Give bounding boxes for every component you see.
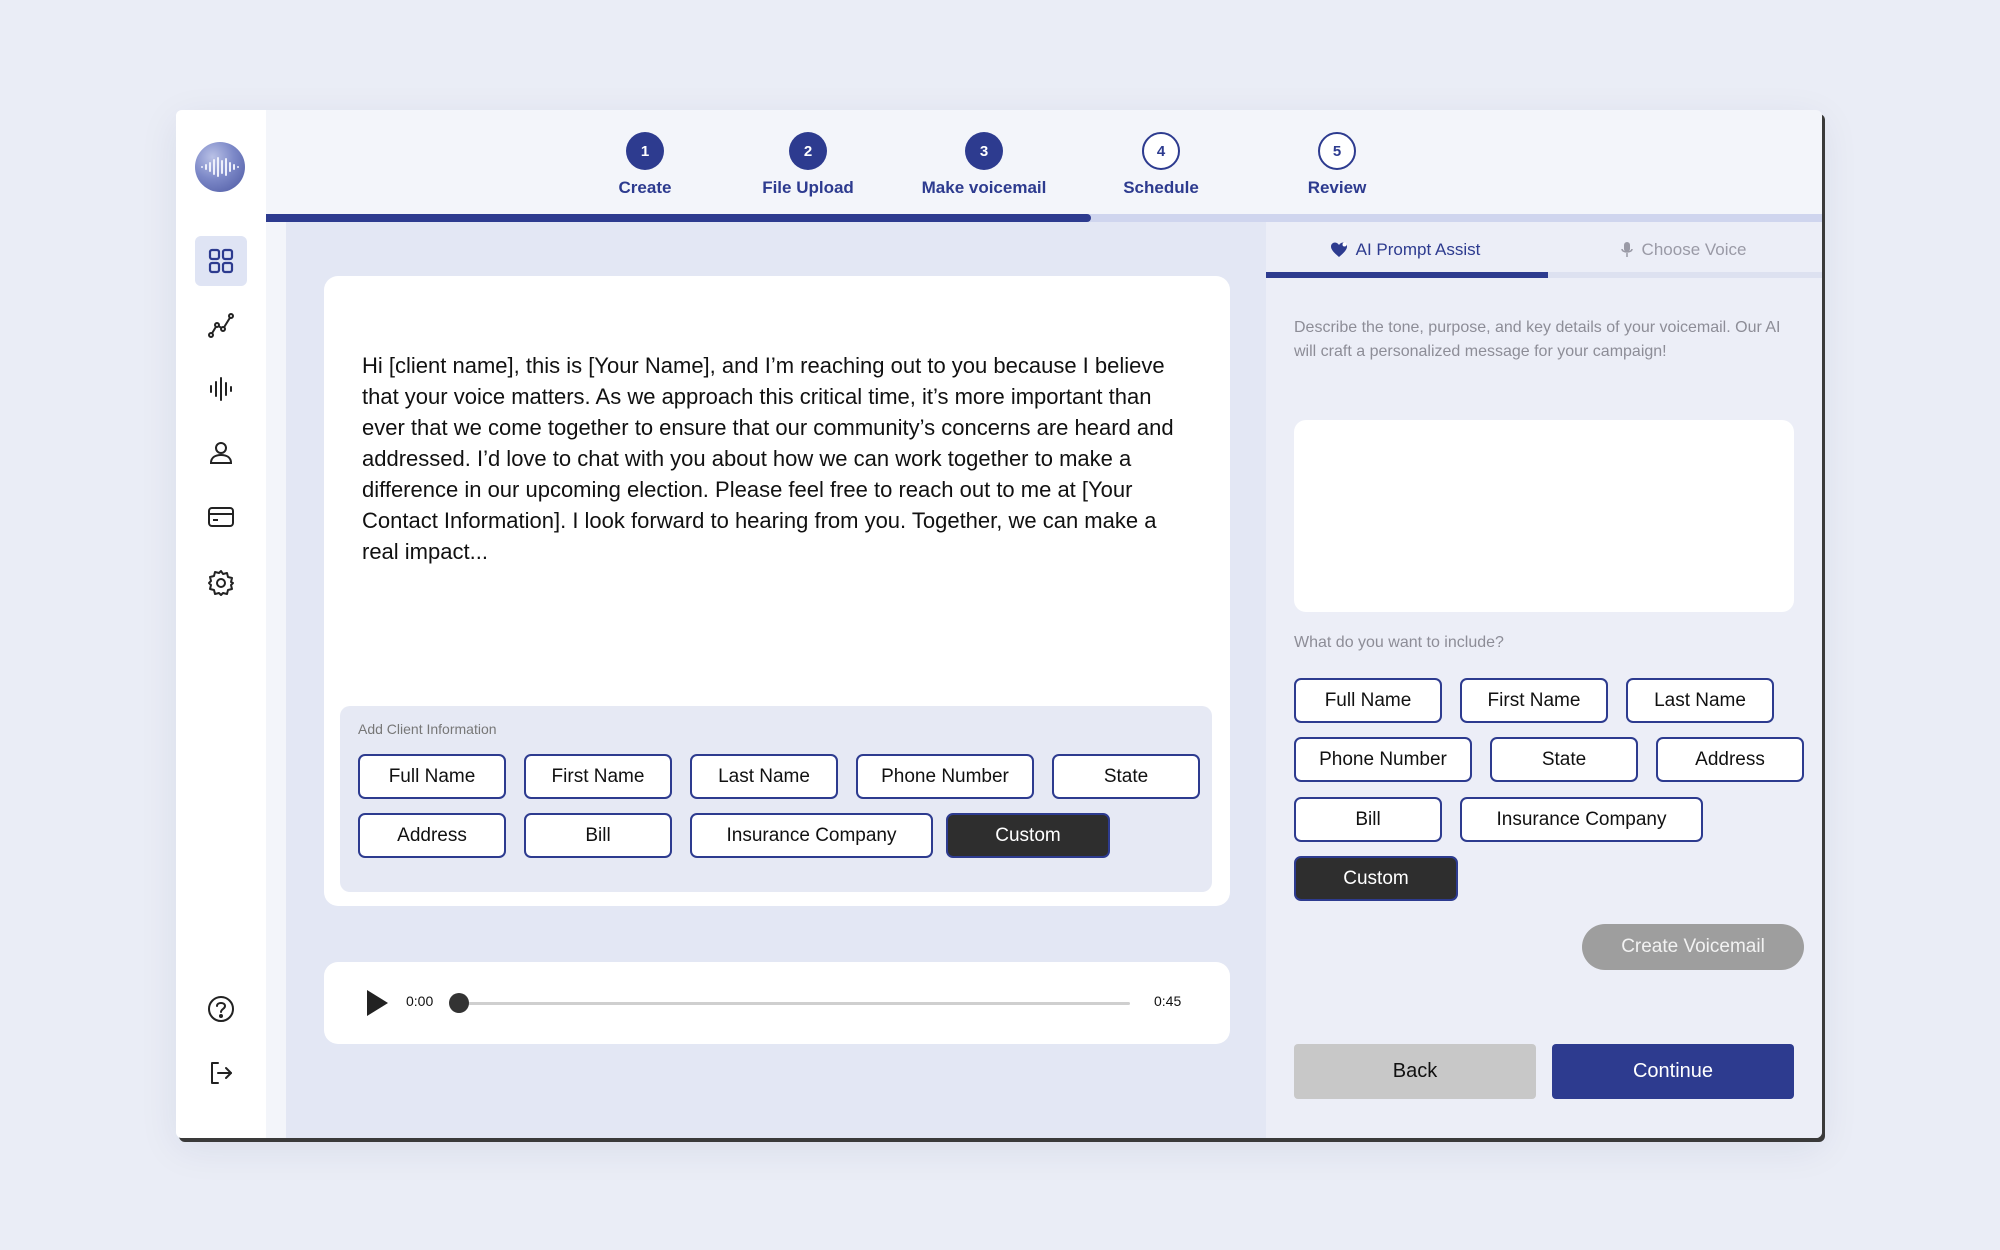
sidebar-item-help[interactable]: [195, 984, 247, 1034]
step-make-voicemail[interactable]: 3 Make voicemail: [904, 132, 1064, 198]
main-content: Hi [client name], this is [Your Name], a…: [286, 222, 1266, 1138]
client-chip-bill[interactable]: Bill: [524, 813, 672, 858]
sidebar-item-settings[interactable]: [195, 558, 247, 608]
include-chip-first-name[interactable]: First Name: [1460, 678, 1608, 723]
step-label: Review: [1307, 178, 1367, 197]
client-info-panel: Add Client Information Full Name First N…: [340, 706, 1212, 892]
microphone-icon: [1620, 242, 1633, 257]
step-file-upload[interactable]: 2 File Upload: [728, 132, 888, 198]
tab-label: AI Prompt Assist: [1355, 240, 1481, 259]
audio-seek-track[interactable]: [452, 1002, 1130, 1005]
include-chip-state[interactable]: State: [1490, 737, 1638, 782]
include-chip-bill[interactable]: Bill: [1294, 797, 1442, 842]
tab-label: Choose Voice: [1641, 240, 1747, 259]
sidebar-item-billing[interactable]: [195, 492, 247, 542]
active-tab-indicator: [1266, 272, 1548, 278]
create-voicemail-button[interactable]: Create Voicemail: [1582, 924, 1804, 970]
sidebar-item-analytics[interactable]: [195, 300, 247, 350]
step-number: 1: [626, 132, 664, 170]
credit-card-icon: [208, 507, 234, 527]
include-chip-full-name[interactable]: Full Name: [1294, 678, 1442, 723]
step-number: 3: [965, 132, 1003, 170]
client-chip-full-name[interactable]: Full Name: [358, 754, 506, 799]
voicemail-script-text[interactable]: Hi [client name], this is [Your Name], a…: [362, 350, 1192, 567]
ai-panel: AI Prompt Assist Choose Voice Describe t…: [1266, 222, 1822, 1138]
sidebar-item-dashboard[interactable]: [195, 236, 247, 286]
logo-wave-icon: [201, 157, 239, 177]
back-button[interactable]: Back: [1294, 1044, 1536, 1099]
client-info-label: Add Client Information: [358, 721, 497, 737]
step-schedule[interactable]: 4 Schedule: [1081, 132, 1241, 198]
client-chip-address[interactable]: Address: [358, 813, 506, 858]
logout-icon: [211, 1062, 232, 1084]
include-chip-phone-number[interactable]: Phone Number: [1294, 737, 1472, 782]
sidebar: [176, 110, 266, 1138]
app-window: 1 Create 2 File Upload 3 Make voicemail …: [176, 110, 1822, 1138]
gear-icon: [208, 570, 234, 596]
client-chip-last-name[interactable]: Last Name: [690, 754, 838, 799]
step-label: Make voicemail: [921, 178, 1047, 197]
audio-duration: 0:45: [1154, 993, 1182, 1009]
audio-current-time: 0:00: [406, 993, 434, 1009]
inactive-tab-indicator: [1548, 272, 1822, 278]
ai-description: Describe the tone, purpose, and key deta…: [1294, 319, 1781, 360]
ai-heart-icon: [1330, 242, 1347, 257]
include-label: What do you want to include?: [1294, 634, 1504, 651]
stepper: 1 Create 2 File Upload 3 Make voicemail …: [266, 110, 1822, 220]
logo: [195, 142, 245, 192]
panel-tabs: AI Prompt Assist Choose Voice: [1266, 222, 1822, 278]
sidebar-item-profile[interactable]: [195, 428, 247, 478]
tab-ai-prompt-assist[interactable]: AI Prompt Assist: [1266, 222, 1544, 278]
step-label: Schedule: [1123, 178, 1199, 197]
help-icon: [208, 996, 234, 1022]
client-chip-insurance-company[interactable]: Insurance Company: [690, 813, 933, 858]
audio-player: 0:00 0:45: [324, 962, 1230, 1044]
client-chip-first-name[interactable]: First Name: [524, 754, 672, 799]
client-chip-phone-number[interactable]: Phone Number: [856, 754, 1034, 799]
step-create[interactable]: 1 Create: [565, 132, 725, 198]
include-chip-last-name[interactable]: Last Name: [1626, 678, 1774, 723]
ai-prompt-input[interactable]: [1294, 420, 1794, 612]
audio-seek-handle[interactable]: [449, 993, 469, 1013]
include-chip-custom[interactable]: Custom: [1294, 856, 1458, 901]
continue-button[interactable]: Continue: [1552, 1044, 1794, 1099]
client-chip-custom[interactable]: Custom: [946, 813, 1110, 858]
include-chip-address[interactable]: Address: [1656, 737, 1804, 782]
analytics-icon: [208, 313, 234, 338]
step-label: Create: [618, 178, 672, 197]
step-number: 2: [789, 132, 827, 170]
client-chip-state[interactable]: State: [1052, 754, 1200, 799]
step-review[interactable]: 5 Review: [1257, 132, 1417, 198]
include-chip-insurance-company[interactable]: Insurance Company: [1460, 797, 1703, 842]
sidebar-item-logout[interactable]: [195, 1048, 247, 1098]
voicemail-editor: Hi [client name], this is [Your Name], a…: [324, 276, 1230, 906]
progress-bar: [266, 214, 1822, 222]
progress-bar-fill: [266, 214, 1091, 222]
step-label: File Upload: [762, 178, 854, 197]
tab-choose-voice[interactable]: Choose Voice: [1544, 222, 1822, 278]
play-icon[interactable]: [364, 988, 390, 1018]
step-number: 5: [1318, 132, 1356, 170]
audio-wave-icon: [210, 377, 232, 401]
sidebar-item-voicemails[interactable]: [195, 364, 247, 414]
user-icon: [209, 442, 233, 464]
step-number: 4: [1142, 132, 1180, 170]
dashboard-grid-icon: [208, 248, 234, 274]
